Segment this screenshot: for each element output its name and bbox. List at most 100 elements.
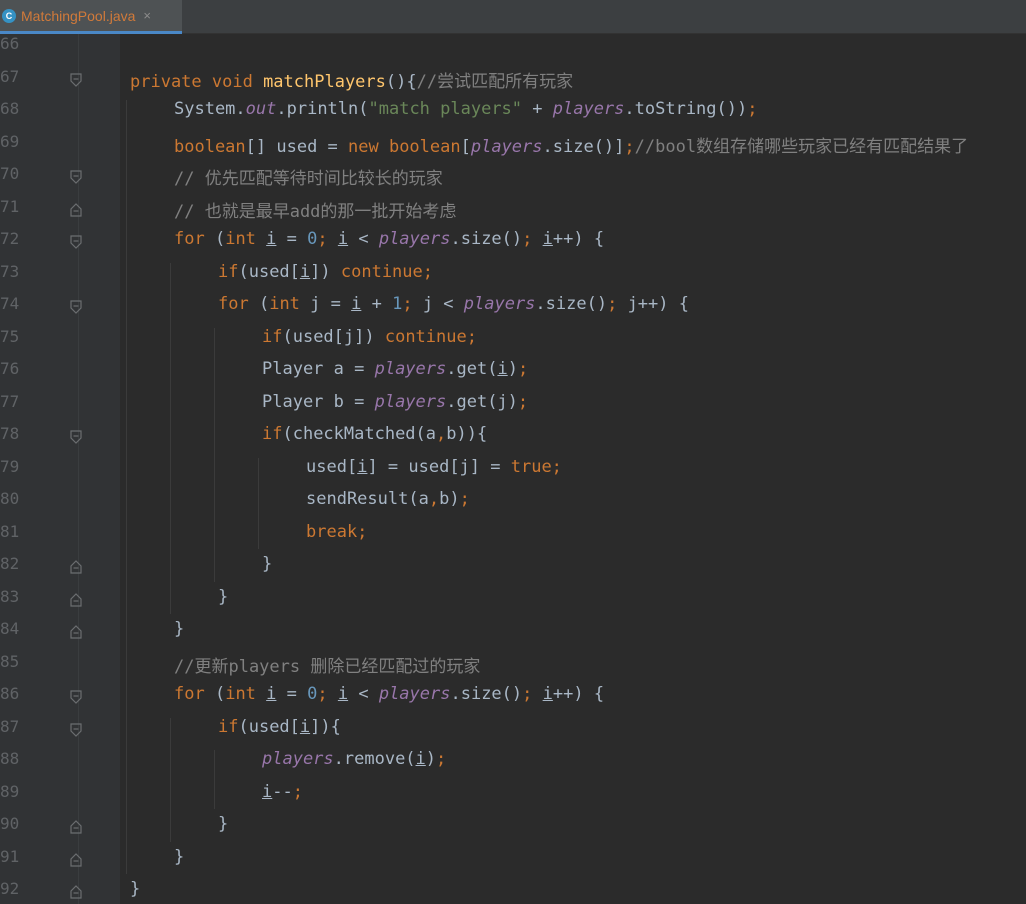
code-token: (	[214, 229, 226, 249]
code-text: //更新players 删除已经匹配过的玩家	[174, 652, 480, 677]
code-token: int	[225, 229, 267, 249]
code-token: .println(	[276, 99, 369, 119]
fold-close-icon[interactable]	[68, 819, 84, 835]
code-token: continue;	[340, 261, 433, 282]
line-number: 83	[0, 586, 20, 606]
code-line[interactable]: 76 Player a = players.get(i);	[0, 356, 1026, 388]
code-text: for (int i = 0; i < players.size(); i++)…	[174, 684, 604, 704]
fold-close-icon[interactable]	[68, 852, 84, 868]
code-token: +	[361, 294, 393, 314]
code-line[interactable]: 86 for (int i = 0; i < players.size(); i+…	[0, 681, 1026, 713]
line-number: 86	[0, 684, 20, 703]
code-token: i	[497, 359, 508, 379]
code-line[interactable]: 79 used[i] = used[j] = true;	[0, 454, 1026, 486]
code-token: .toString())	[624, 99, 748, 119]
code-token: 0	[307, 684, 318, 704]
code-token: b)	[439, 489, 460, 509]
code-token: if	[262, 424, 283, 444]
code-line[interactable]: 66	[0, 34, 1026, 63]
code-token: for	[174, 684, 215, 704]
code-text: // 也就是最早add的那一批开始考虑	[174, 197, 456, 222]
fold-open-icon[interactable]	[68, 72, 84, 88]
code-token: b)){	[446, 424, 488, 444]
code-token: }	[262, 554, 273, 574]
code-line[interactable]: 82}	[0, 551, 1026, 583]
code-line[interactable]: 73 if(used[i]) continue;	[0, 259, 1026, 291]
code-token: }	[130, 879, 141, 899]
code-line[interactable]: 68 System.out.println("match players" + p…	[0, 96, 1026, 128]
close-icon[interactable]: ×	[143, 8, 151, 23]
line-number: 73	[0, 261, 20, 281]
code-token: <	[348, 229, 379, 249]
code-line[interactable]: 70 // 优先匹配等待时间比较长的玩家	[0, 161, 1026, 193]
line-number: 77	[0, 391, 20, 411]
code-token: Player b =	[262, 391, 375, 412]
fold-close-icon[interactable]	[68, 559, 84, 575]
code-token: Player a =	[262, 359, 375, 379]
line-number: 88	[0, 749, 20, 768]
editor-tab-bar: C MatchingPool.java ×	[0, 0, 1026, 34]
code-text: }	[218, 814, 228, 834]
fold-open-icon[interactable]	[68, 234, 84, 250]
fold-open-icon[interactable]	[68, 689, 84, 705]
code-token: }	[174, 846, 185, 867]
code-token: new boolean	[348, 136, 461, 157]
code-token: i	[266, 684, 277, 704]
code-line[interactable]: 88 players.remove(i);	[0, 746, 1026, 778]
code-line[interactable]: 72 for (int i = 0; i < players.size(); i+…	[0, 226, 1026, 258]
code-editor[interactable]: 66 67 private void matchPlayers(){//尝试匹配所有…	[0, 34, 1026, 904]
code-line[interactable]: 69 boolean[] used = new boolean[players.s…	[0, 129, 1026, 161]
fold-close-icon[interactable]	[68, 624, 84, 640]
fold-close-icon[interactable]	[68, 884, 84, 900]
code-token: i	[415, 749, 426, 769]
code-text: }	[130, 879, 140, 899]
code-line[interactable]: 75 if(used[j]) continue;	[0, 324, 1026, 356]
code-line[interactable]: 77 Player b = players.get(j);	[0, 389, 1026, 421]
fold-open-icon[interactable]	[68, 722, 84, 738]
code-token: (	[214, 684, 226, 704]
line-number: 66	[0, 34, 20, 53]
code-line[interactable]: 85 //更新players 删除已经匹配过的玩家	[0, 649, 1026, 681]
code-token: .size()	[450, 684, 523, 704]
line-number: 85	[0, 651, 20, 671]
code-text: if(used[i]) continue;	[218, 262, 433, 282]
fold-close-icon[interactable]	[68, 592, 84, 608]
line-number: 84	[0, 619, 20, 638]
code-line[interactable]: 87 if(used[i]){	[0, 714, 1026, 746]
code-token: j++) {	[627, 294, 689, 314]
line-number: 90	[0, 814, 20, 833]
code-text: boolean[] used = new boolean[players.siz…	[174, 132, 968, 157]
code-line[interactable]: 81 break;	[0, 519, 1026, 551]
code-token: [	[460, 136, 471, 157]
code-token: for	[218, 294, 259, 314]
file-tab[interactable]: C MatchingPool.java ×	[0, 0, 182, 34]
code-token: ;	[517, 391, 529, 412]
fold-close-icon[interactable]	[68, 202, 84, 218]
code-token: ,	[436, 424, 447, 444]
code-token: sendResult(a	[306, 489, 429, 509]
code-token: i	[299, 261, 311, 282]
code-token: .size()	[535, 294, 608, 314]
code-token: players	[378, 684, 451, 704]
code-line[interactable]: 80 sendResult(a,b);	[0, 486, 1026, 518]
fold-open-icon[interactable]	[68, 169, 84, 185]
fold-open-icon[interactable]	[68, 429, 84, 445]
code-line[interactable]: 91}	[0, 844, 1026, 876]
code-line[interactable]: 84}	[0, 616, 1026, 648]
code-line[interactable]: 89 i--;	[0, 779, 1026, 811]
code-line[interactable]: 83}	[0, 584, 1026, 616]
code-line[interactable]: 74 for (int j = i + 1; j < players.size()…	[0, 291, 1026, 323]
code-text: }	[218, 587, 228, 607]
code-token: players	[374, 391, 447, 412]
code-token: ;	[607, 294, 628, 314]
line-number: 74	[0, 294, 20, 313]
code-line[interactable]: 90}	[0, 811, 1026, 843]
code-token: 0	[307, 229, 318, 249]
fold-open-icon[interactable]	[68, 299, 84, 315]
code-line[interactable]: 71 // 也就是最早add的那一批开始考虑	[0, 194, 1026, 226]
line-number: 89	[0, 781, 20, 801]
code-line[interactable]: 92}	[0, 876, 1026, 904]
code-line[interactable]: 78 if(checkMatched(a,b)){	[0, 421, 1026, 453]
line-number: 75	[0, 326, 20, 346]
code-line[interactable]: 67 private void matchPlayers(){//尝试匹配所有玩家	[0, 64, 1026, 96]
